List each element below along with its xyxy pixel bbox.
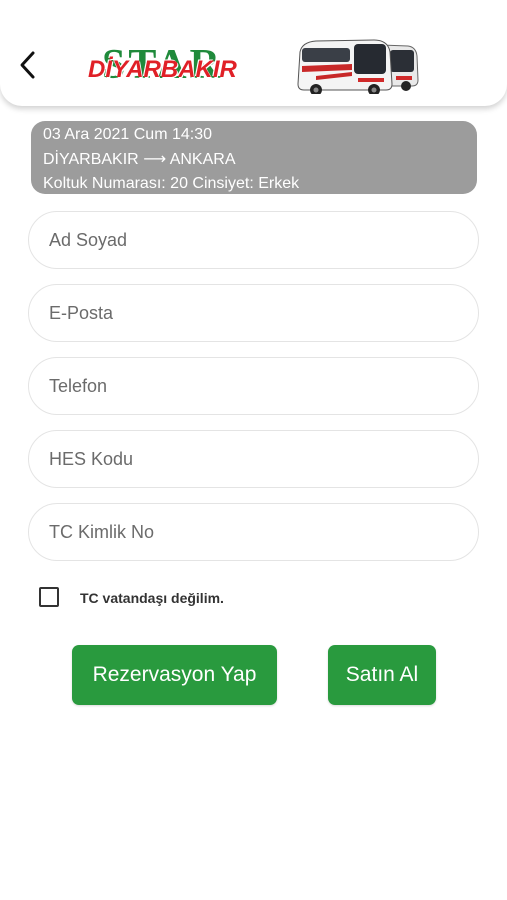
- email-field: [28, 284, 479, 342]
- tc-id-input[interactable]: [29, 504, 478, 560]
- gender-label: Cinsiyet:: [192, 175, 254, 192]
- app-header: STAR DİYARBAKIR: [0, 0, 507, 106]
- hes-code-field: [28, 430, 479, 488]
- tc-id-field: [28, 503, 479, 561]
- chevron-left-icon: [20, 51, 35, 79]
- hes-code-input[interactable]: [29, 431, 478, 487]
- phone-input[interactable]: [29, 358, 478, 414]
- trip-from: DİYARBAKIR: [43, 150, 139, 168]
- buy-button[interactable]: Satın Al: [328, 645, 436, 705]
- trip-route: DİYARBAKIR ⟶ ANKARA: [43, 148, 465, 173]
- not-citizen-checkbox[interactable]: [39, 587, 59, 607]
- trip-summary: 03 Ara 2021 Cum 14:30 DİYARBAKIR ⟶ ANKAR…: [31, 121, 477, 194]
- gender-value: Erkek: [258, 175, 300, 192]
- brand-logo: STAR DİYARBAKIR: [86, 42, 264, 90]
- name-input[interactable]: [29, 212, 478, 268]
- trip-datetime: 03 Ara 2021 Cum 14:30: [43, 126, 213, 143]
- name-field: [28, 211, 479, 269]
- bus-image: [297, 39, 419, 94]
- trip-seat-info: Koltuk Numarası: 20 Cinsiyet: Erkek: [43, 172, 465, 197]
- brand-logo-city: DİYARBAKIR: [88, 56, 237, 83]
- back-button[interactable]: [14, 48, 44, 82]
- arrow-icon: ⟶: [143, 150, 167, 168]
- reserve-button[interactable]: Rezervasyon Yap: [72, 645, 277, 705]
- trip-to: ANKARA: [169, 150, 236, 168]
- seat-label: Koltuk Numarası:: [43, 175, 166, 192]
- phone-field: [28, 357, 479, 415]
- not-citizen-label: TC vatandaşı değilim.: [80, 590, 224, 606]
- seat-number: 20: [170, 175, 188, 192]
- email-input[interactable]: [29, 285, 478, 341]
